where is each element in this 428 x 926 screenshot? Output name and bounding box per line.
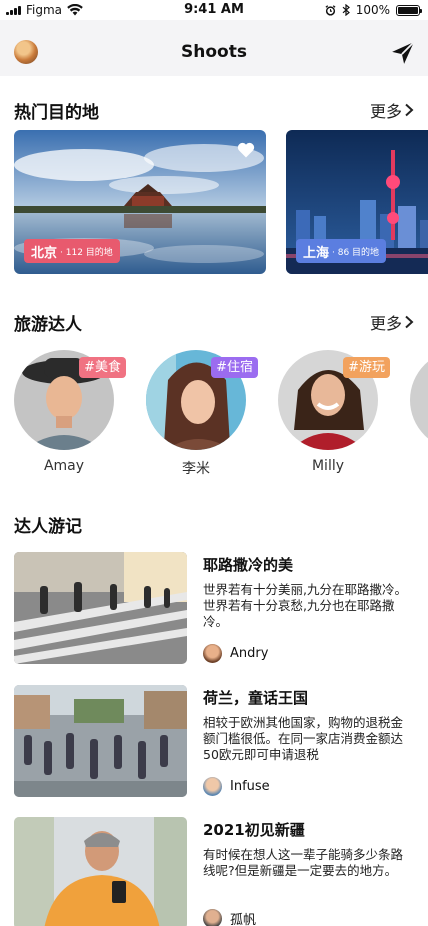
destination-city: 上海 — [303, 245, 330, 261]
log-photo — [14, 685, 187, 797]
more-label: 更多 — [369, 314, 402, 333]
log-description: 有时候在想人这一辈子能骑多少条路线呢?但是新疆是一定要去的地方。 — [203, 847, 404, 878]
nav-bar: Shoots — [0, 20, 428, 76]
experts-more-link[interactable]: 更多 — [370, 310, 414, 334]
chevron-right-icon — [405, 103, 414, 117]
log-photo — [14, 552, 187, 664]
expert-tag: #住宿 — [211, 357, 258, 378]
expert-card-partial[interactable] — [410, 350, 428, 480]
author-name: Infuse — [230, 779, 270, 794]
destination-city: 北京 — [31, 245, 58, 261]
destination-label: 上海 · 86 目的地 — [296, 239, 387, 263]
log-author[interactable]: Infuse — [203, 777, 270, 796]
expert-card-amay[interactable]: #美食 Amay — [14, 350, 126, 480]
log-title: 荷兰，童话王国 — [203, 689, 309, 707]
expert-card-milly[interactable]: #游玩 Milly — [278, 350, 390, 480]
paper-plane-icon[interactable] — [390, 40, 416, 66]
log-author[interactable]: 孤帆 — [203, 909, 256, 926]
destination-card-beijing[interactable]: 北京 · 112 目的地 — [14, 130, 266, 274]
status-right: 100% — [325, 3, 422, 17]
heart-icon[interactable] — [236, 140, 256, 160]
logs-header: 达人游记 — [14, 512, 414, 537]
log-description: 世界若有十分美丽,九分在耶路撒冷。世界若有十分哀愁,九分也在耶路撒冷。 — [203, 582, 407, 629]
destination-label: 北京 · 112 目的地 — [24, 239, 120, 263]
expert-name: 李米 — [182, 461, 210, 477]
experts-header: 旅游达人 更多 — [14, 310, 414, 335]
expert-name: Amay — [43, 458, 85, 474]
author-avatar — [203, 777, 222, 796]
chevron-right-icon — [405, 315, 414, 329]
author-name: Andry — [230, 646, 269, 661]
author-avatar — [203, 644, 222, 663]
section-title: 达人游记 — [14, 516, 82, 537]
battery-percent: 100% — [355, 3, 390, 17]
log-description: 相较于欧洲其他国家，购物的退税金额门槛很低。在同一家店消费金额达50欧元即可申请… — [203, 715, 404, 762]
destinations-header: 热门目的地 更多 — [14, 98, 414, 123]
destinations-carousel[interactable]: 北京 · 112 目的地 上海 · 86 目的地 — [14, 130, 428, 274]
page-title: Shoots — [181, 42, 247, 62]
destination-count: · 112 目的地 — [60, 247, 113, 258]
alarm-icon — [325, 4, 336, 16]
section-title: 热门目的地 — [14, 102, 99, 123]
expert-name: Milly — [311, 458, 345, 474]
bluetooth-icon — [342, 4, 350, 16]
travel-log-item[interactable]: 荷兰，童话王国 相较于欧洲其他国家，购物的退税金额门槛很低。在同一家店消费金额达… — [14, 685, 414, 797]
destination-card-shanghai[interactable]: 上海 · 86 目的地 — [286, 130, 428, 274]
log-photo — [14, 817, 187, 926]
status-bar: Figma 9:41 AM 100% — [0, 0, 428, 20]
log-author[interactable]: Andry — [203, 644, 268, 663]
battery-icon — [396, 4, 422, 16]
expert-card-limi[interactable]: #住宿 李米 — [146, 350, 258, 480]
destination-count: · 86 目的地 — [332, 247, 380, 258]
author-name: 孤帆 — [230, 913, 257, 926]
log-title: 耶路撒冷的美 — [203, 556, 294, 574]
log-title: 2021初见新疆 — [203, 821, 305, 839]
travel-log-item[interactable]: 耶路撒冷的美 世界若有十分美丽,九分在耶路撒冷。世界若有十分哀愁,九分也在耶路撒… — [14, 552, 414, 664]
expert-avatar — [410, 350, 428, 450]
expert-tag: #游玩 — [343, 357, 390, 378]
travel-log-item[interactable]: 2021初见新疆 有时候在想人这一辈子能骑多少条路线呢?但是新疆是一定要去的地方… — [14, 817, 414, 926]
section-title: 旅游达人 — [14, 314, 82, 335]
destinations-more-link[interactable]: 更多 — [370, 98, 414, 122]
more-label: 更多 — [369, 102, 402, 121]
expert-tag: #美食 — [79, 357, 126, 378]
author-avatar — [203, 909, 222, 926]
